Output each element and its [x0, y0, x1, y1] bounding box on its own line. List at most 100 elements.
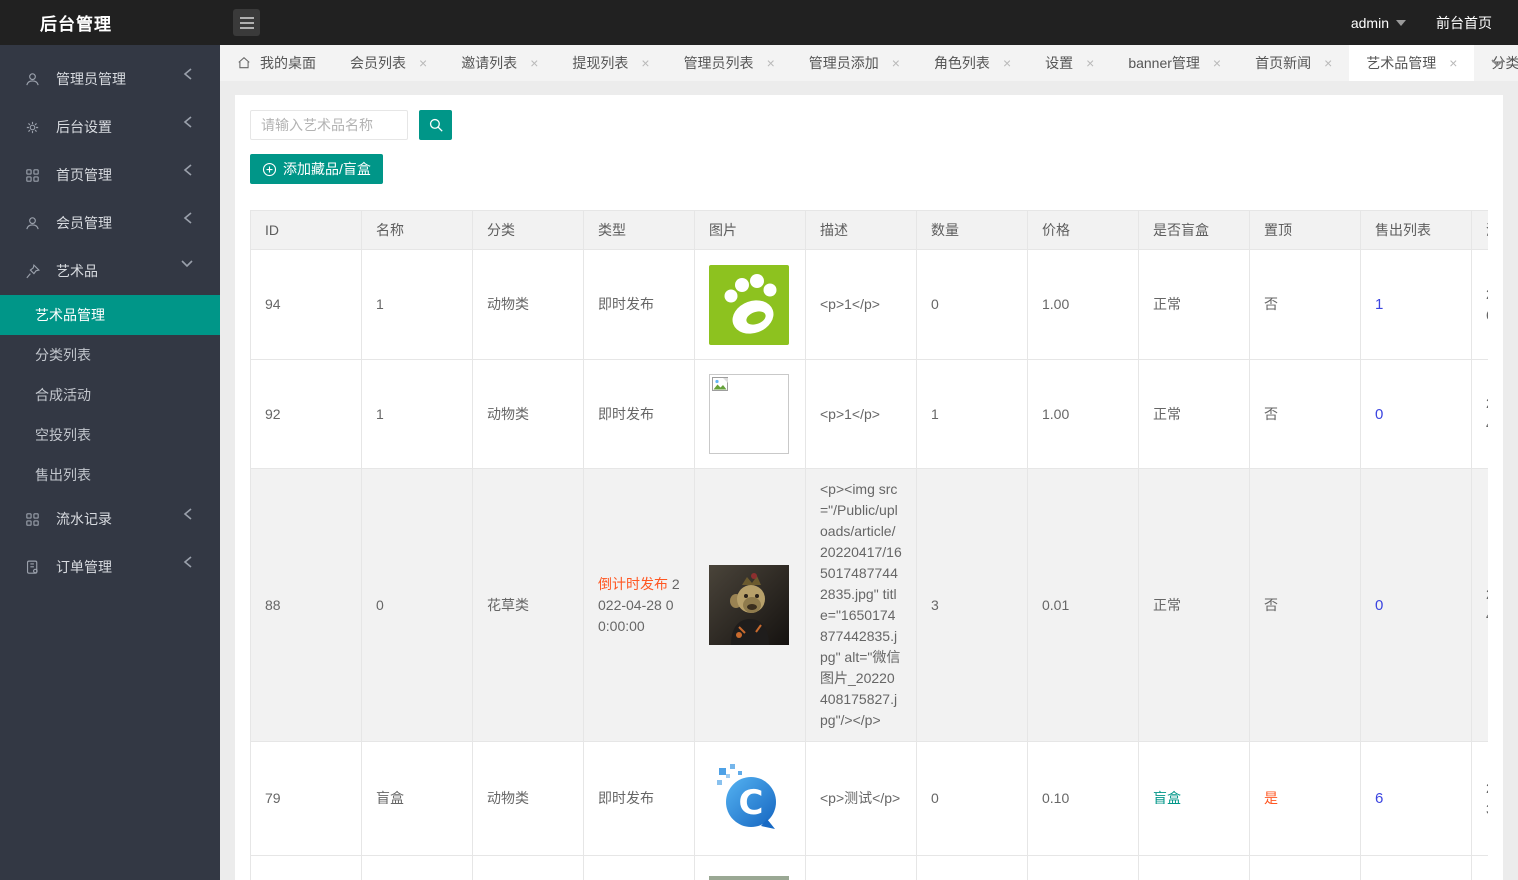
sidebar: 管理员管理 后台设置 首页管理 会员管理 艺术品 艺术品管理 分类列表 合成活动… [0, 45, 220, 880]
cell-added: 2023:5 [1471, 741, 1488, 856]
col-header-price: 价格 [1027, 210, 1139, 250]
cell-price: 1.00 [1027, 359, 1139, 469]
sold-count-link[interactable]: 0 [1375, 406, 1383, 423]
add-collection-button[interactable]: 添加藏品/盲盒 [250, 154, 383, 184]
close-icon[interactable]: × [1324, 55, 1332, 71]
tab-label: 管理员列表 [683, 55, 754, 71]
type-label: 即时发布 [598, 790, 654, 806]
close-icon[interactable]: × [1086, 55, 1094, 71]
chevron-left-icon [183, 164, 193, 176]
sidebar-item-home-manage[interactable]: 首页管理 [0, 151, 220, 199]
sidebar-item-artwork-manage[interactable]: 艺术品管理 [0, 295, 220, 335]
cell-sold: 6 [1360, 741, 1472, 856]
sidebar-item-label: 会员管理 [56, 215, 112, 231]
blue-c-logo: C [709, 758, 789, 839]
col-header-desc: 描述 [805, 210, 917, 250]
chevron-left-icon [183, 68, 193, 80]
tab-role-list[interactable]: 角色列表 × [917, 45, 1028, 81]
hamburger-icon [239, 16, 255, 30]
user-icon [24, 71, 41, 88]
close-icon[interactable]: × [1003, 55, 1011, 71]
col-header-qty: 数量 [916, 210, 1028, 250]
sidebar-item-compose-activity[interactable]: 合成活动 [0, 375, 220, 415]
sidebar-item-backend-settings[interactable]: 后台设置 [0, 103, 220, 151]
tab-label: 设置 [1045, 55, 1074, 71]
cell-added: 2026:0 [1471, 249, 1488, 360]
tab-label: 邀请列表 [461, 55, 518, 71]
tab-label: 首页新闻 [1255, 55, 1312, 71]
sidebar-item-label: 管理员管理 [56, 71, 126, 87]
tab-home-news[interactable]: 首页新闻 × [1238, 45, 1349, 81]
tab-settings[interactable]: 设置 × [1028, 45, 1111, 81]
tab-label: 角色列表 [933, 55, 990, 71]
cell-top: 否 [1249, 855, 1361, 880]
tab-artwork-manage[interactable]: 艺术品管理 × [1349, 45, 1475, 81]
close-icon[interactable]: × [1449, 55, 1457, 71]
monkey-nft-photo [709, 565, 789, 645]
cell-top: 否 [1249, 468, 1361, 742]
tab-invite-list[interactable]: 邀请列表 × [444, 45, 555, 81]
chevron-down-icon [181, 260, 193, 268]
sidebar-toggle-button[interactable] [233, 9, 260, 36]
sidebar-item-order-manage[interactable]: 订单管理 [0, 543, 220, 591]
sidebar-item-sold-list[interactable]: 售出列表 [0, 455, 220, 495]
close-icon[interactable]: × [892, 55, 900, 71]
sold-count-link[interactable]: 0 [1375, 597, 1383, 614]
tab-admin-add[interactable]: 管理员添加 × [792, 45, 917, 81]
table-header-row: ID 名称 分类 类型 图片 描述 数量 价格 是否盲盒 置顶 售出列表 添加时… [250, 210, 1488, 250]
user-name: admin [1350, 14, 1389, 31]
table-row: 78 234 动物类 倒计时发布 2022-04-08 00:00:00 13 … [250, 855, 1488, 880]
search-input[interactable] [250, 110, 408, 140]
chevron-left-icon [183, 556, 193, 568]
cell-price: 23.00 [1027, 855, 1139, 880]
sidebar-item-flow-records[interactable]: 流水记录 [0, 495, 220, 543]
chevron-left-icon [183, 212, 193, 224]
close-icon[interactable]: × [419, 55, 427, 71]
close-icon[interactable]: × [1213, 55, 1221, 71]
sidebar-item-airdrop-list[interactable]: 空投列表 [0, 415, 220, 455]
table-row: 94 1 动物类 即时发布 <p>1</p> 0 1.00 正常 否 1 20 [250, 249, 1488, 360]
tab-withdraw-list[interactable]: 提现列表 × [555, 45, 666, 81]
tab-admin-list[interactable]: 管理员列表 × [667, 45, 792, 81]
tab-more-button[interactable] [1476, 45, 1518, 81]
sold-count-link[interactable]: 1 [1375, 296, 1383, 313]
cell-category: 花草类 [472, 468, 584, 742]
tab-my-desktop[interactable]: 我的桌面 [220, 45, 333, 81]
home-icon [237, 56, 251, 70]
col-header-sold: 售出列表 [1360, 210, 1472, 250]
cell-added: 2024:5 [1471, 359, 1488, 469]
cell-top: 是 [1249, 741, 1361, 856]
cell-added: 2024:2 [1471, 468, 1488, 742]
grid-icon [24, 511, 41, 528]
cell-category: 动物类 [472, 855, 584, 880]
cell-blindbox: 正常 [1138, 468, 1250, 742]
sidebar-item-artwork[interactable]: 艺术品 [0, 247, 220, 295]
close-icon[interactable]: × [767, 55, 775, 71]
sidebar-item-member-manage[interactable]: 会员管理 [0, 199, 220, 247]
cell-name: 盲盒 [361, 741, 473, 856]
user-icon [24, 215, 41, 232]
chevron-left-icon [183, 508, 193, 520]
pin-icon [24, 263, 41, 280]
add-collection-label: 添加藏品/盲盒 [283, 161, 371, 177]
sidebar-item-admin-manage[interactable]: 管理员管理 [0, 55, 220, 103]
front-home-link[interactable]: 前台首页 [1436, 13, 1492, 33]
user-menu[interactable]: admin [1351, 15, 1406, 31]
cell-top: 否 [1249, 359, 1361, 469]
plus-circle-icon [262, 162, 277, 177]
col-header-blindbox: 是否盲盒 [1138, 210, 1250, 250]
close-icon[interactable]: × [530, 55, 538, 71]
sold-count-link[interactable]: 6 [1375, 790, 1383, 807]
col-header-category: 分类 [472, 210, 584, 250]
tab-member-list[interactable]: 会员列表 × [333, 45, 444, 81]
cell-desc: <p>测试</p> [805, 741, 917, 856]
cell-category: 动物类 [472, 249, 584, 360]
cell-price: 1.00 [1027, 249, 1139, 360]
search-button[interactable] [419, 110, 452, 140]
close-icon[interactable]: × [641, 55, 649, 71]
type-label: 即时发布 [598, 296, 654, 312]
table-row: 79 盲盒 动物类 即时发布 C <p>测试</p> 0 0.10 盲盒 是 6 [250, 741, 1488, 856]
sidebar-item-category-list[interactable]: 分类列表 [0, 335, 220, 375]
cell-desc: <p>1</p> [805, 359, 917, 469]
tab-banner-manage[interactable]: banner管理 × [1111, 45, 1238, 81]
